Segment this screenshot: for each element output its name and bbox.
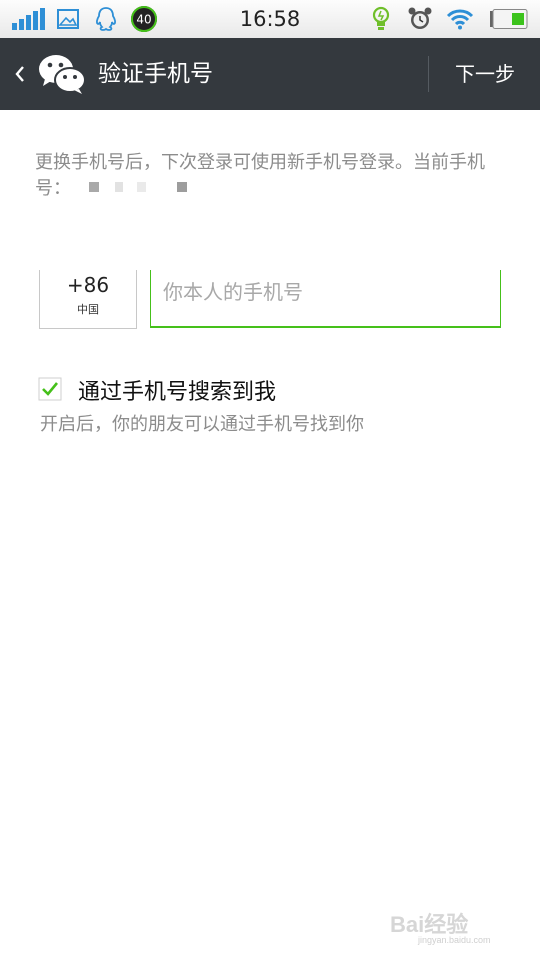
bulb-icon — [371, 0, 391, 38]
page-title: 验证手机号 — [98, 61, 213, 87]
battery-icon — [490, 0, 528, 38]
status-time: 16:58 — [239, 7, 301, 31]
status-bar: 40 16:58 — [0, 0, 540, 38]
counter-badge-icon: 40 — [130, 0, 158, 38]
title-bar: 验证手机号 下一步 — [0, 38, 540, 110]
watermark-url: jingyan.baidu.com — [418, 935, 491, 945]
country-name: 中国 — [77, 303, 99, 316]
phone-number-input[interactable] — [150, 270, 501, 328]
back-arrow-icon[interactable] — [10, 60, 30, 88]
search-by-phone-hint: 开启后，你的朋友可以通过手机号找到你 — [40, 414, 364, 435]
baidu-watermark: Bai经验 jingyan.baidu.com — [390, 905, 520, 951]
wechat-logo-icon — [38, 53, 86, 95]
alarm-icon — [407, 0, 433, 38]
next-step-button[interactable]: 下一步 — [430, 38, 540, 110]
signal-icon — [12, 0, 46, 38]
gallery-icon — [57, 0, 79, 38]
country-code: +86 — [66, 273, 110, 297]
header-divider — [428, 56, 429, 92]
badge-count: 40 — [136, 13, 151, 27]
wifi-icon — [446, 0, 474, 38]
search-by-phone-checkbox[interactable] — [38, 377, 62, 401]
search-by-phone-label[interactable]: 通过手机号搜索到我 — [78, 374, 276, 406]
country-code-selector[interactable]: +86 中国 — [39, 270, 137, 329]
qq-icon — [94, 0, 118, 38]
masked-current-phone — [88, 176, 199, 202]
change-phone-description: 更换手机号后，下次登录可使用新手机号登录。当前手机号： — [35, 150, 505, 202]
